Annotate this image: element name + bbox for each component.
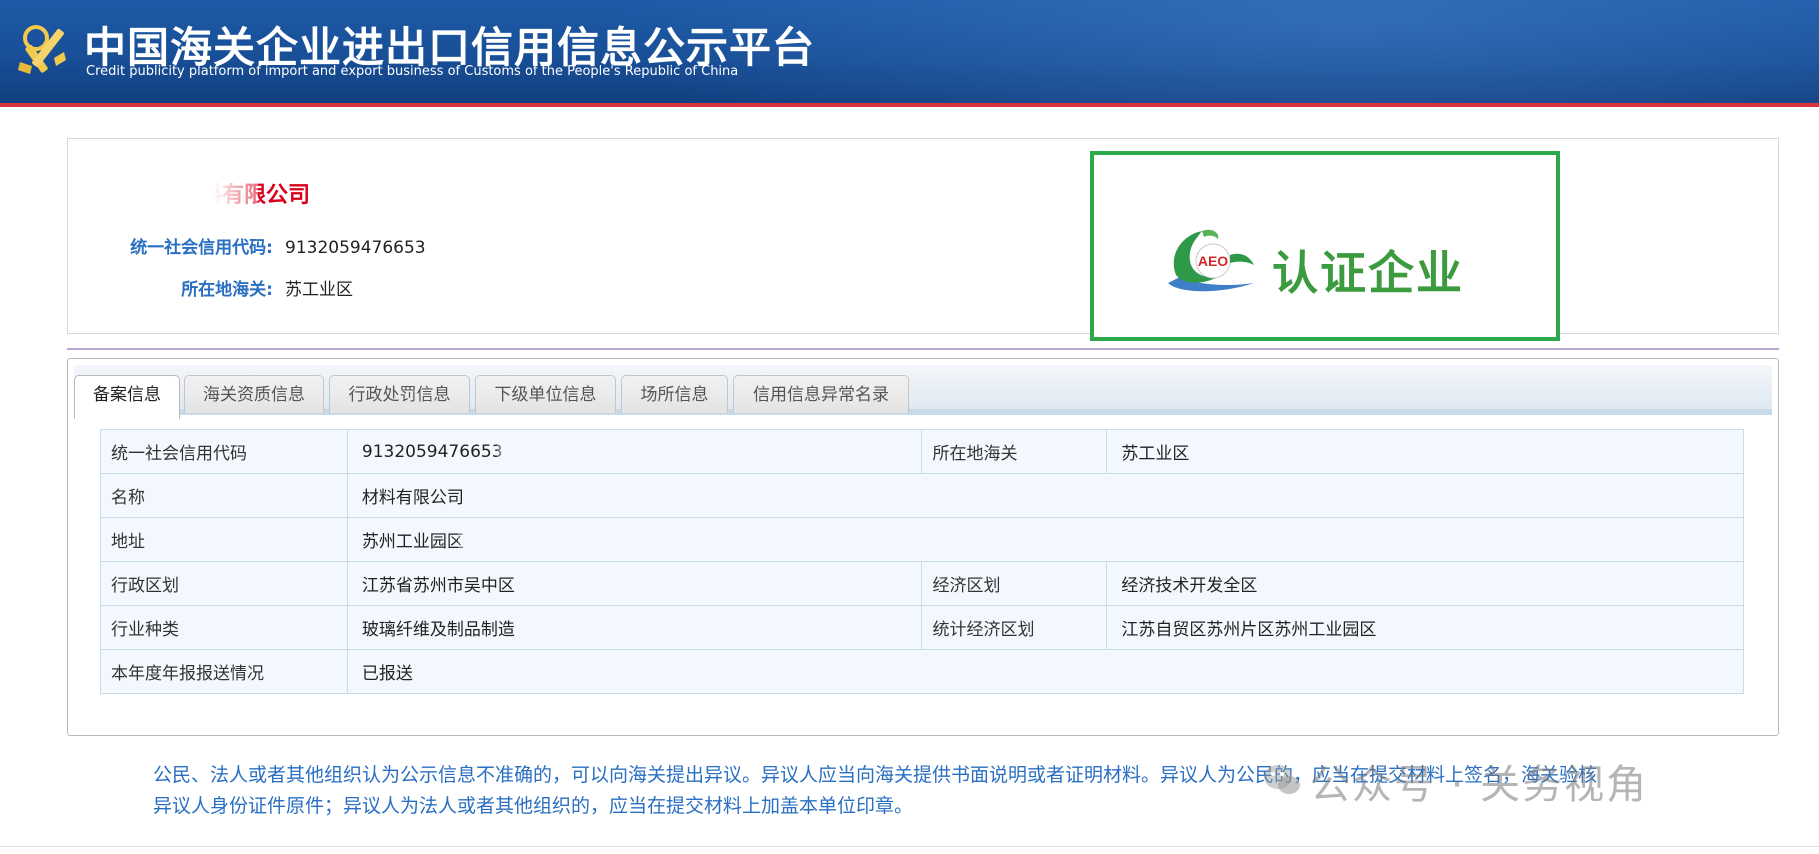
table-row: 本年度年报报送情况 已报送 (100, 649, 1745, 694)
table-value: 9132059476653 (346, 429, 923, 474)
table-row: 行政区划 江苏省苏州市吴中区 经济区划 经济技术开发全区 (100, 561, 1744, 606)
table-key: 所在地海关 (921, 429, 1108, 474)
customs-row: 所在地海关: 苏工业区 (113, 275, 353, 300)
credit-code-value: 9132059476653 (285, 238, 426, 258)
table-row: 行业种类 玻璃纤维及制品制造 统计经济区划 江苏自贸区苏州片区苏州工业园区 (100, 605, 1744, 650)
watermark-text: 公众号 · 关务视角 (1310, 762, 1649, 808)
table-key: 本年度年报报送情况 (100, 649, 348, 694)
tab-filing-info[interactable]: 备案信息 (74, 375, 180, 419)
customs-value: 苏工业区 (285, 280, 353, 300)
table-row: 名称 材料有限公司 (100, 473, 1745, 518)
customs-label: 所在地海关: (181, 280, 273, 300)
aeo-badge-text: AEO (1198, 253, 1228, 269)
table-key: 统计经济区划 (921, 605, 1108, 650)
tab-strip: 备案信息 海关资质信息 行政处罚信息 下级单位信息 场所信息 信用信息异常名录 (74, 365, 1772, 419)
aeo-label: 认证企业 (1272, 246, 1464, 300)
table-key: 统一社会信用代码 (100, 429, 348, 474)
customs-emblem-icon (18, 25, 66, 74)
table-key: 地址 (100, 517, 348, 562)
redaction-mask (496, 442, 567, 461)
tab-site-info[interactable]: 场所信息 (621, 375, 728, 413)
credit-code-cell: 9132059476653 (361, 441, 503, 462)
aeo-dragon-logo-icon: AEO (1168, 229, 1254, 292)
table-key: 名称 (100, 473, 348, 518)
site-header: 中国海关企业进出口信用信息公示平台 Credit publicity platf… (0, 0, 1819, 107)
tab-customs-qualification[interactable]: 海关资质信息 (184, 375, 324, 413)
tab-administrative-penalty[interactable]: 行政处罚信息 (329, 375, 470, 413)
table-row: 地址 苏州工业园区 (100, 517, 1745, 562)
table-value: 经济技术开发全区 (1106, 561, 1744, 606)
tab-subordinate-units[interactable]: 下级单位信息 (475, 375, 616, 413)
table-value: 苏工业区 (1106, 429, 1744, 474)
wechat-icon (1264, 765, 1300, 794)
table-key: 经济区划 (921, 561, 1108, 606)
filing-info-table: 统一社会信用代码 9132059476653 所在地海关 苏工业区 名称 材料有… (100, 429, 1745, 694)
table-row: 统一社会信用代码 9132059476653 所在地海关 苏工业区 (100, 429, 1744, 474)
section-divider (67, 348, 1779, 350)
tab-credit-abnormal-list[interactable]: 信用信息异常名录 (733, 375, 909, 413)
redaction-mask (424, 229, 534, 259)
table-value: 江苏省苏州市吴中区 (346, 561, 923, 606)
platform-subtitle: Credit publicity platform of import and … (86, 64, 739, 79)
redaction-mask (457, 533, 568, 551)
table-key: 行业种类 (100, 605, 348, 650)
tab-panel: 备案信息 海关资质信息 行政处罚信息 下级单位信息 场所信息 信用信息异常名录 … (67, 358, 1779, 736)
table-value: 已报送 (346, 649, 1745, 694)
table-key: 行政区划 (100, 561, 348, 606)
redaction-mask (108, 169, 258, 211)
address-cell: 苏州工业园区 (361, 532, 464, 552)
page-bottom-border (0, 846, 1819, 847)
table-value: 江苏自贸区苏州片区苏州工业园区 (1106, 605, 1744, 650)
table-value: 苏州工业园区 (346, 517, 1745, 562)
credit-code-row: 统一社会信用代码: 9132059476653 (113, 233, 426, 258)
aeo-certification-badge: AEO 认证企业 (1090, 151, 1560, 341)
table-value: 玻璃纤维及制品制造 (346, 605, 923, 650)
credit-code-label: 统一社会信用代码: (130, 238, 273, 258)
table-value: 材料有限公司 (346, 473, 1745, 518)
